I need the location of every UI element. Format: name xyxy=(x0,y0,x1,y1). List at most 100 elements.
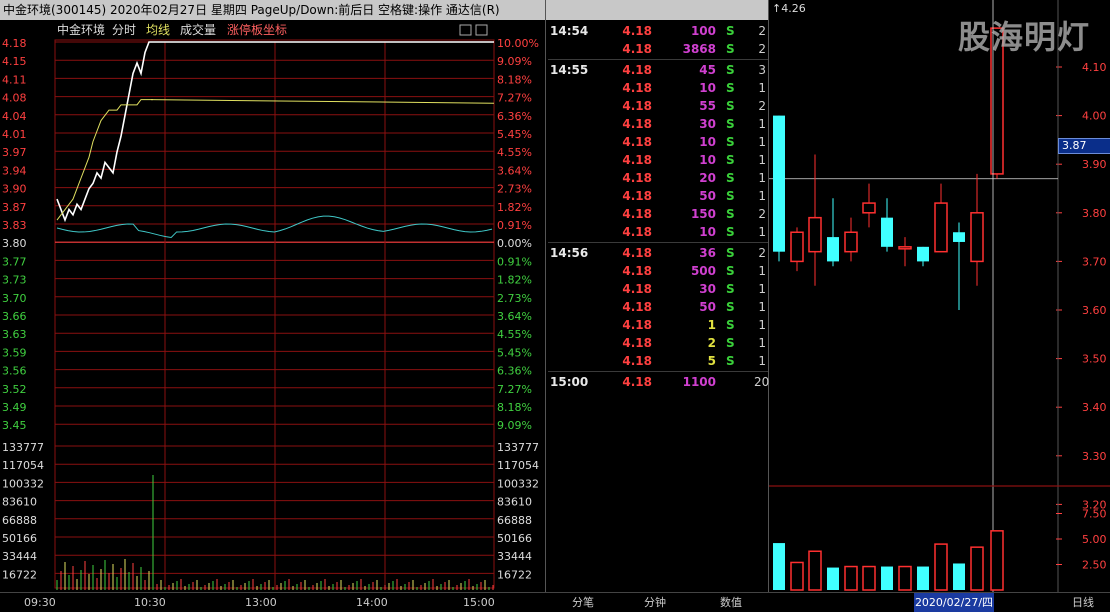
titlebar-text: 中金环境(300145) 2020年02月27日 星期四 PageUp/Down… xyxy=(3,3,500,17)
tick-side-flag: S xyxy=(726,189,735,203)
candle-body xyxy=(844,231,858,253)
volume-tick-label: 133777 xyxy=(2,441,44,454)
volume-tick-label: 83610 xyxy=(497,496,532,509)
tab-minutes[interactable]: 分钟 xyxy=(620,593,690,612)
volume-bar xyxy=(790,561,804,591)
zoom-out-icon[interactable] xyxy=(475,24,488,36)
tick-side-flag: S xyxy=(726,207,735,221)
tick-price: 4.18 xyxy=(622,300,652,314)
tick-side-flag: S xyxy=(726,318,735,332)
tick-volume: 30 xyxy=(699,117,716,131)
volume-bar xyxy=(773,543,785,590)
candlestick[interactable] xyxy=(844,217,858,262)
candlestick[interactable] xyxy=(917,246,929,267)
stock-name-label: 中金环境 xyxy=(57,22,105,37)
kline-price-label: 3.90 xyxy=(1082,158,1107,171)
tick-group-separator xyxy=(548,371,768,372)
volume-tick-label: 33444 xyxy=(497,550,532,563)
chart-tab[interactable]: 成交量 xyxy=(180,22,216,37)
time-label: 09:30 xyxy=(24,596,56,609)
candlestick[interactable] xyxy=(881,198,893,252)
tick-row[interactable]: 4.18 3868 S 2 xyxy=(548,40,768,58)
tick-side-flag: S xyxy=(726,300,735,314)
candlestick[interactable] xyxy=(934,183,948,253)
minute-chart[interactable]: 中金环境 分时 均线 成交量 涨停板坐标 4.18 10.00% 4.15 9.09% 4.11 8… xyxy=(0,20,545,592)
chart-tab[interactable]: 均线 xyxy=(146,23,170,37)
tab-ticks[interactable]: 分笔 xyxy=(548,593,618,612)
tick-list[interactable]: 14:54 4.18 100 S 2 4.18 3868 S 2 14:55 4.18 45 S 3 4.1… xyxy=(548,20,770,592)
tick-side-flag: S xyxy=(726,135,735,149)
tick-time: 14:56 xyxy=(550,246,589,260)
zoom-in-icon[interactable] xyxy=(459,24,472,36)
volume-bar xyxy=(862,565,876,591)
tick-row[interactable]: 4.18 10 S 1 xyxy=(548,223,768,241)
candlestick[interactable] xyxy=(827,198,839,267)
tick-side-flag: S xyxy=(726,99,735,113)
tick-row[interactable]: 15:00 4.18 1100 20 xyxy=(548,373,770,391)
tick-side-flag: S xyxy=(726,264,735,278)
tick-row[interactable]: 14:55 4.18 45 S 3 xyxy=(548,61,768,79)
candle-body xyxy=(970,212,984,263)
tick-count: 1 xyxy=(758,153,766,167)
tick-volume: 1 xyxy=(707,318,716,332)
tick-row[interactable]: 4.18 50 S 1 xyxy=(548,187,768,205)
candlestick[interactable] xyxy=(808,154,822,286)
pct-tick-label: 9.09% xyxy=(497,55,532,68)
time-label: 10:30 xyxy=(134,596,166,609)
tick-time: 14:54 xyxy=(550,24,589,38)
tab-period-daily[interactable]: 日线 xyxy=(1058,593,1108,612)
tick-row[interactable]: 4.18 20 S 1 xyxy=(548,169,768,187)
tick-price: 4.18 xyxy=(622,117,652,131)
tick-price: 4.18 xyxy=(622,207,652,221)
kline-price-label: 3.70 xyxy=(1082,255,1107,268)
tick-row[interactable]: 14:56 4.18 36 S 2 xyxy=(548,244,768,262)
tick-price: 4.18 xyxy=(622,375,652,389)
candlestick[interactable] xyxy=(970,173,984,286)
tick-volume: 45 xyxy=(699,63,716,77)
price-line xyxy=(56,41,153,223)
tick-row[interactable]: 4.18 10 S 1 xyxy=(548,133,768,151)
chart-tab[interactable]: 分时 xyxy=(112,23,136,37)
candlestick[interactable] xyxy=(790,227,804,272)
price-tick-label: 4.11 xyxy=(2,73,27,86)
volume-tick-label: 50166 xyxy=(2,532,37,545)
tick-row[interactable]: 4.18 1 S 1 xyxy=(548,316,768,334)
tick-row[interactable]: 4.18 2 S 1 xyxy=(548,334,768,352)
tick-side-flag: S xyxy=(726,282,735,296)
pct-tick-label: 6.36% xyxy=(497,365,532,378)
tick-volume: 10 xyxy=(699,135,716,149)
tick-row[interactable]: 4.18 500 S 1 xyxy=(548,262,768,280)
kline-price-label: 3.40 xyxy=(1082,401,1107,414)
tick-side-flag: S xyxy=(726,153,735,167)
volume-bar xyxy=(808,550,822,591)
candlestick[interactable] xyxy=(862,183,876,228)
tick-row[interactable]: 4.18 55 S 2 xyxy=(548,97,768,115)
candlestick[interactable] xyxy=(898,237,912,267)
tick-row[interactable]: 4.18 50 S 1 xyxy=(548,298,768,316)
kline-chart[interactable]: 4.104.003.903.803.703.603.503.403.303.20… xyxy=(769,0,1110,592)
candlestick[interactable] xyxy=(773,115,785,262)
pct-tick-label: 0.91% xyxy=(497,255,532,268)
candle-body xyxy=(881,217,893,247)
tick-row[interactable]: 4.18 10 S 1 xyxy=(548,151,768,169)
tick-count: 1 xyxy=(758,189,766,203)
candlestick[interactable] xyxy=(953,222,965,310)
kline-price-label: 3.80 xyxy=(1082,207,1107,220)
chart-tab[interactable]: 涨停板坐标 xyxy=(227,22,287,37)
tick-count: 1 xyxy=(758,354,766,368)
pct-tick-label: 9.09% xyxy=(497,419,532,432)
tab-values[interactable]: 数值 xyxy=(695,593,767,612)
tick-row[interactable]: 14:54 4.18 100 S 2 xyxy=(548,22,768,40)
price-tick-label: 3.49 xyxy=(2,401,27,414)
tick-count: 1 xyxy=(758,225,766,239)
tick-row[interactable]: 4.18 10 S 1 xyxy=(548,79,768,97)
tick-count: 1 xyxy=(758,264,766,278)
tick-count: 20 xyxy=(754,375,770,389)
tick-row[interactable]: 4.18 5 S 1 xyxy=(548,352,768,370)
tick-row[interactable]: 4.18 30 S 1 xyxy=(548,280,768,298)
pct-tick-label: 0.00% xyxy=(497,237,532,250)
tick-row[interactable]: 4.18 30 S 1 xyxy=(548,115,768,133)
tick-row[interactable]: 4.18 150 S 2 xyxy=(548,205,768,223)
tick-side-flag: S xyxy=(726,354,735,368)
tick-price: 4.18 xyxy=(622,171,652,185)
